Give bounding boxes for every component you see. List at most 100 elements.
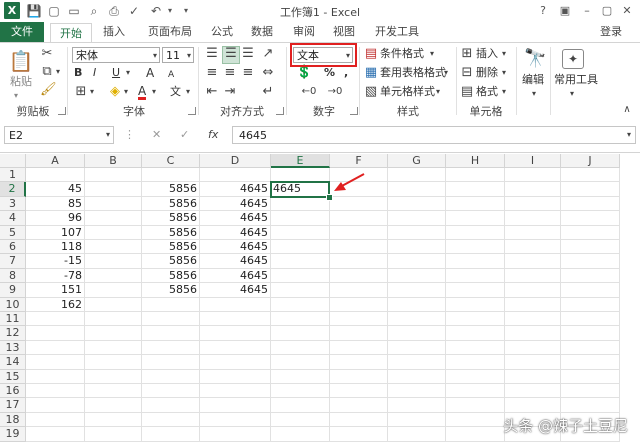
cell-i8[interactable] (505, 268, 561, 284)
cell-c8[interactable]: 5856 (142, 268, 200, 284)
cell-d1[interactable] (200, 168, 271, 183)
name-box-dropdown-icon[interactable]: ▾ (104, 128, 112, 142)
cell-h9[interactable] (446, 283, 505, 298)
format-table-icon[interactable]: ▦ (364, 66, 378, 80)
cell-g6[interactable] (388, 240, 446, 255)
cell-a9[interactable]: 151 (26, 283, 85, 298)
cell-j11[interactable] (561, 312, 620, 327)
cell-i7[interactable] (505, 254, 561, 269)
insert-cells-icon[interactable]: ⊞ (460, 47, 474, 61)
cell-d12[interactable] (200, 326, 271, 341)
cell-f5[interactable] (330, 225, 388, 240)
middle-align-icon[interactable]: ☰ (222, 46, 240, 64)
worksheet-grid[interactable]: A B C D E F G H I J 1 2 45 5856 4645 4645 3 85 5856 4645 4 96… (0, 154, 640, 442)
row-header-13[interactable]: 13 (0, 340, 26, 356)
chevron-down-icon[interactable]: ▾ (568, 87, 576, 101)
cell-a17[interactable] (26, 398, 85, 413)
cell-d10[interactable] (200, 297, 271, 312)
binoculars-icon[interactable]: 🔭 (524, 49, 546, 69)
cell-b17[interactable] (85, 398, 142, 413)
cell-c10[interactable] (142, 297, 200, 312)
editing-button[interactable]: 编辑 (522, 73, 544, 87)
cell-styles-icon[interactable]: ▧ (364, 85, 378, 99)
cell-g11[interactable] (388, 312, 446, 327)
cell-h18[interactable] (446, 412, 505, 428)
font-color-button[interactable]: A (138, 85, 147, 100)
format-cells-button[interactable]: 格式 (476, 85, 498, 99)
increase-decimal-icon[interactable]: ←0 (300, 85, 318, 99)
cell-e1[interactable] (271, 168, 330, 183)
cell-c6[interactable]: 5856 (142, 240, 200, 255)
cell-j1[interactable] (561, 168, 620, 183)
cell-e5[interactable] (271, 225, 330, 240)
cell-f13[interactable] (330, 340, 388, 356)
cell-c5[interactable]: 5856 (142, 225, 200, 240)
cell-b14[interactable] (85, 355, 142, 370)
chevron-down-icon[interactable]: ▾ (530, 87, 538, 101)
cell-d2[interactable]: 4645 (200, 182, 271, 197)
cell-e16[interactable] (271, 384, 330, 399)
cell-b6[interactable] (85, 240, 142, 255)
cell-a3[interactable]: 85 (26, 196, 85, 212)
phonetic-dropdown-icon[interactable]: ▾ (184, 85, 192, 99)
cell-i16[interactable] (505, 384, 561, 399)
cell-c3[interactable]: 5856 (142, 196, 200, 212)
cell-h10[interactable] (446, 297, 505, 312)
font-color-dropdown-icon[interactable]: ▾ (150, 85, 158, 99)
font-launcher-icon[interactable] (188, 107, 196, 115)
cell-h6[interactable] (446, 240, 505, 255)
select-all-corner[interactable] (0, 154, 26, 168)
cell-i11[interactable] (505, 312, 561, 327)
fill-handle[interactable] (326, 193, 333, 201)
cell-h1[interactable] (446, 168, 505, 183)
row-header-9[interactable]: 9 (0, 283, 26, 298)
cell-b8[interactable] (85, 268, 142, 284)
row-header-1[interactable]: 1 (0, 168, 26, 183)
cell-e3[interactable] (271, 196, 330, 212)
column-header-g[interactable]: G (388, 154, 446, 168)
cell-j15[interactable] (561, 369, 620, 384)
cell-g9[interactable] (388, 283, 446, 298)
cell-h8[interactable] (446, 268, 505, 284)
cell-i12[interactable] (505, 326, 561, 341)
close-icon[interactable]: ✕ (618, 3, 636, 19)
row-header-10[interactable]: 10 (0, 297, 26, 312)
cell-j10[interactable] (561, 297, 620, 312)
cell-e9[interactable] (271, 283, 330, 298)
cell-d15[interactable] (200, 369, 271, 384)
row-header-12[interactable]: 12 (0, 326, 26, 341)
cell-i10[interactable] (505, 297, 561, 312)
tab-view[interactable]: 视图 (326, 22, 362, 42)
cell-e19[interactable] (271, 427, 330, 442)
align-right-icon[interactable]: ≡ (240, 66, 256, 80)
cell-c7[interactable]: 5856 (142, 254, 200, 269)
cell-f11[interactable] (330, 312, 388, 327)
cell-j5[interactable] (561, 225, 620, 240)
clipboard-launcher-icon[interactable] (58, 107, 66, 115)
cell-e13[interactable] (271, 340, 330, 356)
cell-g5[interactable] (388, 225, 446, 240)
cell-j6[interactable] (561, 240, 620, 255)
cell-b4[interactable] (85, 211, 142, 226)
align-left-icon[interactable]: ≡ (204, 66, 220, 80)
name-box[interactable]: E2 (4, 126, 114, 144)
cell-e8[interactable] (271, 268, 330, 284)
column-header-h[interactable]: H (446, 154, 505, 168)
row-header-4[interactable]: 4 (0, 211, 26, 226)
cell-c17[interactable] (142, 398, 200, 413)
row-header-18[interactable]: 18 (0, 412, 26, 428)
expand-formula-icon[interactable]: ▾ (624, 128, 634, 142)
cell-i15[interactable] (505, 369, 561, 384)
cell-d6[interactable]: 4645 (200, 240, 271, 255)
font-name-select[interactable]: 宋体 ▾ (72, 47, 160, 63)
cell-g2[interactable] (388, 182, 446, 197)
increase-indent-icon[interactable]: ⇥ (222, 85, 238, 99)
cell-g17[interactable] (388, 398, 446, 413)
cancel-button[interactable]: ✕ (152, 128, 161, 142)
cell-g4[interactable] (388, 211, 446, 226)
cell-f18[interactable] (330, 412, 388, 428)
delete-cells-icon[interactable]: ⊟ (460, 66, 474, 80)
cell-h5[interactable] (446, 225, 505, 240)
column-header-a[interactable]: A (26, 154, 85, 168)
chevron-down-icon[interactable]: ▾ (442, 66, 450, 80)
